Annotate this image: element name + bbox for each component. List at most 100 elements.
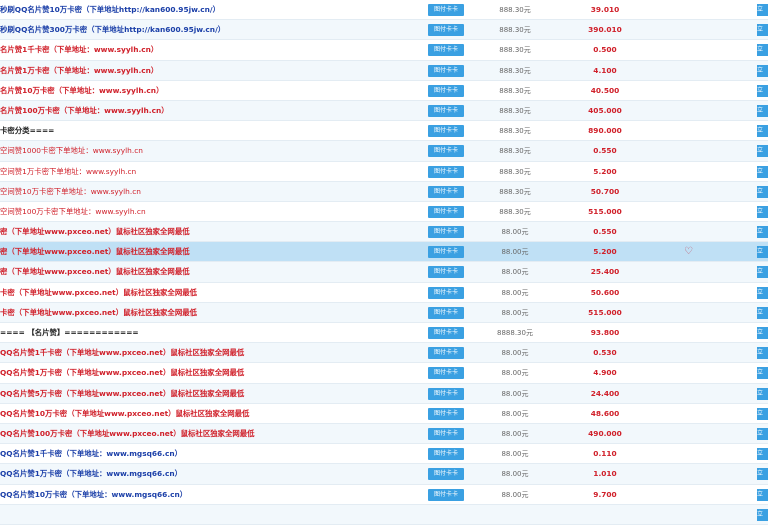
table-row[interactable]: ==== 【名片赞】============ 图付卡卡 8888.30元 93.800… [0,323,768,344]
buy-button[interactable]: 图付卡卡 [428,104,464,117]
price-value: 888.30元 [499,6,531,14]
row-action-button[interactable]: 立 [757,367,768,380]
table-row[interactable]: QQ名片赞1千卡密（下单地址：www.mgsq66.cn） 图付卡卡 88.00元 0… [0,444,768,465]
table-row[interactable]: QQ名片赞1千卡密（下单地址www.pxceo.net）鼠标社区独家全网最低 图付… [0,343,768,364]
buy-button[interactable]: 图付卡卡 [428,44,464,57]
row-action-button[interactable]: 立 [757,64,768,77]
buy-button[interactable]: 图付卡卡 [428,226,464,239]
heart-icon[interactable]: ♡ [684,246,693,258]
stock-value: 5.200 [593,247,617,257]
row-action-button[interactable]: 立 [757,246,768,259]
buy-button[interactable]: 图付卡卡 [428,246,464,259]
price-value: 888.30元 [499,127,531,136]
table-row[interactable]: 名片赞1万卡密（下单地址：www.syylh.cn） 图付卡卡 888.30元 4.1… [0,60,768,81]
product-name: QQ名片赞1万卡密（下单地址www.pxceo.net）鼠标社区独家全网最低 [0,368,245,378]
stock-value: 48.600 [590,408,620,418]
row-action-button[interactable]: 立 [757,306,768,319]
table-row[interactable]: 空间赞1万卡密下单地址：www.syylh.cn 图付卡卡 888.30元 5.200… [0,161,768,182]
price-value: 888.30元 [499,207,531,216]
buy-button[interactable]: 图付卡卡 [428,185,464,198]
buy-button[interactable]: 图付卡卡 [428,84,464,97]
row-action-button[interactable]: 立 [757,327,768,339]
row-action-button[interactable]: 立 [757,165,768,178]
table-row[interactable]: 卡密分类==== 图付卡卡 888.30元 890.000 立 [0,121,768,142]
table-row[interactable]: QQ名片赞1万卡密（下单地址www.pxceo.net）鼠标社区独家全网最低 图付… [0,363,768,384]
product-name: 空间赞1万卡密下单地址：www.syylh.cn [0,166,137,176]
stock-value: 4.100 [593,65,617,75]
row-action-button[interactable]: 立 [757,226,768,239]
buy-button[interactable]: 图付卡卡 [428,387,464,400]
table-row[interactable]: 卡密（下单地址www.pxceo.net）鼠标社区独家全网最低 图付卡卡 88.00… [0,282,768,303]
buy-button[interactable]: 图付卡卡 [428,327,464,339]
buy-button[interactable]: 图付卡卡 [428,488,464,501]
stock-value: 5.200 [593,166,617,176]
row-action-button[interactable]: 立 [757,4,768,16]
table-row[interactable]: 密（下单地址www.pxceo.net）鼠标社区独家全网最低 图付卡卡 88.00元… [0,242,768,263]
table-row[interactable]: 秒刷QQ名片赞300万卡密（下单地址http://kan600.95jw.cn/… [0,20,768,41]
table-row[interactable]: QQ名片赞10万卡密（下单地址www.pxceo.net）鼠标社区独家全网最低 图… [0,403,768,424]
row-action-button[interactable]: 立 [757,266,768,279]
table-row[interactable]: 名片赞1千卡密（下单地址：www.syylh.cn） 图付卡卡 888.30元 0.5… [0,40,768,61]
table-row[interactable]: 秒刷QQ名片赞10万卡密（下单地址http://kan600.95jw.cn/）… [0,0,768,21]
row-action-button[interactable]: 立 [757,205,768,218]
row-action-button[interactable]: 立 [757,508,768,521]
row-action-button[interactable]: 立 [757,104,768,117]
table-row[interactable]: QQ名片赞1万卡密（下单地址：www.mgsq66.cn） 图付卡卡 88.00元 1… [0,464,768,485]
table-row[interactable]: 空间赞10万卡密下单地址：www.syylh.cn 图付卡卡 888.30元 50.7… [0,181,768,202]
buy-button[interactable]: 图付卡卡 [428,286,464,299]
row-action-button[interactable]: 立 [757,488,768,501]
row-action-button[interactable]: 立 [757,407,768,420]
buy-button[interactable]: 图付卡卡 [428,468,464,481]
table-row[interactable]: 空间赞1000卡密下单地址：www.syylh.cn 图付卡卡 888.30元 0.5… [0,141,768,162]
row-action-button[interactable]: 立 [757,387,768,400]
table-row[interactable]: 卡密（下单地址www.pxceo.net）鼠标社区独家全网最低 图付卡卡 88.00… [0,302,768,323]
price-value: 888.30元 [499,86,531,95]
row-action-button[interactable]: 立 [757,125,768,138]
buy-button[interactable]: 图付卡卡 [428,306,464,319]
table-row[interactable]: 立 [0,504,768,525]
product-name: 空间赞10万卡密下单地址：www.syylh.cn [0,186,141,196]
buy-button[interactable]: 图付卡卡 [428,427,464,440]
buy-button[interactable]: 图付卡卡 [428,64,464,77]
table-row[interactable]: QQ名片赞5万卡密（下单地址www.pxceo.net）鼠标社区独家全网最低 图付… [0,383,768,404]
stock-value [555,505,655,525]
buy-button[interactable]: 图付卡卡 [428,367,464,380]
buy-button[interactable]: 图付卡卡 [428,125,464,138]
row-action-button[interactable]: 立 [757,24,768,37]
table-row[interactable]: 名片赞100万卡密（下单地址：www.syylh.cn） 图付卡卡 888.30元 4… [0,100,768,122]
price-value: 88.00元 [501,429,529,438]
row-action-button[interactable]: 立 [757,286,768,299]
product-name: 卡密（下单地址www.pxceo.net）鼠标社区独家全网最低 [0,307,197,317]
product-name: QQ名片赞1万卡密（下单地址：www.mgsq66.cn） [0,469,183,479]
buy-button[interactable]: 图付卡卡 [428,165,464,178]
buy-button[interactable]: 图付卡卡 [428,205,464,218]
buy-button[interactable]: 图付卡卡 [428,347,464,360]
row-action-button[interactable]: 立 [757,427,768,440]
row-action-button[interactable]: 立 [757,44,768,57]
table-row[interactable]: 空间赞100万卡密下单地址：www.syylh.cn 图付卡卡 888.30元 515… [0,201,768,223]
price-value: 88.00元 [501,248,529,257]
row-action-button[interactable]: 立 [757,84,768,97]
table-row[interactable]: QQ名片赞100万卡密（下单地址www.pxceo.net）鼠标社区独家全网最低… [0,423,768,445]
row-action-button[interactable]: 立 [757,468,768,481]
stock-value: 9.700 [593,489,617,499]
buy-button[interactable]: 图付卡卡 [428,24,464,37]
buy-button[interactable]: 图付卡卡 [428,266,464,279]
buy-button[interactable]: 图付卡卡 [428,145,464,158]
row-action-button[interactable]: 立 [757,145,768,158]
table-row[interactable]: 密（下单地址www.pxceo.net）鼠标社区独家全网最低 图付卡卡 88.00元… [0,222,768,243]
row-action-button[interactable]: 立 [757,448,768,461]
buy-button[interactable]: 图付卡卡 [428,4,464,16]
product-table: 秒刷QQ名片赞10万卡密（下单地址http://kan600.95jw.cn/）… [0,0,768,525]
row-action-button[interactable]: 立 [757,185,768,198]
price-value: 88.00元 [501,349,529,358]
row-action-button[interactable]: 立 [757,347,768,360]
table-row[interactable]: QQ名片赞10万卡密（下单地址：www.mgsq66.cn） 图付卡卡 88.00元… [0,484,768,505]
table-row[interactable]: 密（下单地址www.pxceo.net）鼠标社区独家全网最低 图付卡卡 88.00元… [0,262,768,283]
stock-value: 0.550 [593,146,617,156]
table-row[interactable]: 名片赞10万卡密（下单地址：www.syylh.cn） 图付卡卡 888.30元 40… [0,80,768,101]
buy-button[interactable]: 图付卡卡 [428,407,464,420]
price-value: 88.00元 [501,369,529,378]
buy-button[interactable]: 图付卡卡 [428,448,464,461]
price-value: 88.00元 [501,470,529,479]
